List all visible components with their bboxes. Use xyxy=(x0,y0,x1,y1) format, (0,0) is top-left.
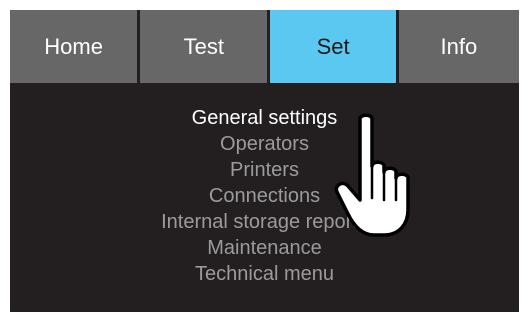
tab-test[interactable]: Test xyxy=(140,10,268,83)
tab-info[interactable]: Info xyxy=(398,10,519,83)
tab-home[interactable]: Home xyxy=(10,10,138,83)
menu-item-operators[interactable]: Operators xyxy=(10,131,519,157)
menu-item-technical-menu[interactable]: Technical menu xyxy=(10,261,519,287)
menu-item-connections[interactable]: Connections xyxy=(10,183,519,209)
settings-menu: General settings Operators Printers Conn… xyxy=(10,105,519,287)
device-screen: Home Test Set Info General settings Oper… xyxy=(10,10,519,312)
menu-item-general-settings[interactable]: General settings xyxy=(10,105,519,131)
menu-item-printers[interactable]: Printers xyxy=(10,157,519,183)
hand-pointer-icon xyxy=(334,113,410,237)
tab-set[interactable]: Set xyxy=(270,10,396,83)
menu-item-internal-storage-reports[interactable]: Internal storage reports xyxy=(10,209,519,235)
menu-item-maintenance[interactable]: Maintenance xyxy=(10,235,519,261)
tab-bar: Home Test Set Info xyxy=(10,10,519,83)
